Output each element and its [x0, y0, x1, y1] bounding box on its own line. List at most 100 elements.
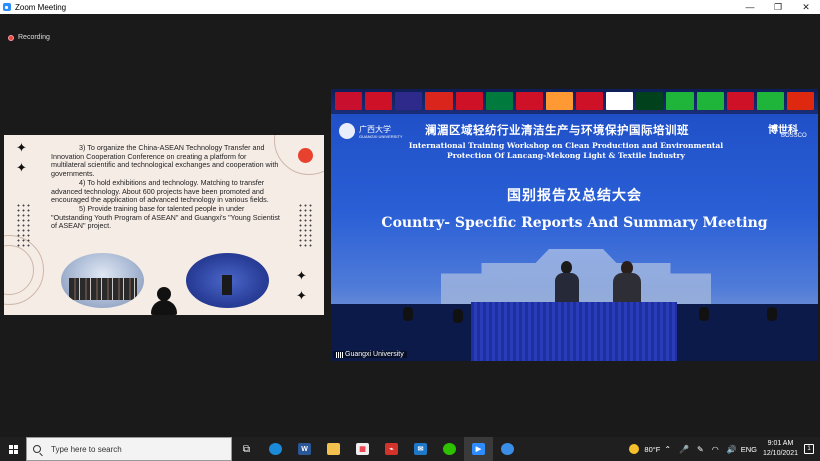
flag [455, 92, 483, 110]
weather-icon[interactable] [629, 444, 640, 454]
zoom-app-icon [3, 3, 11, 11]
maximize-button[interactable]: ❐ [764, 0, 792, 14]
acrobat-button[interactable]: ⌁ [377, 437, 406, 461]
flag [756, 92, 784, 110]
microphone-icon [453, 309, 463, 323]
system-tray: 80°F ⌃ 🎤 ✎ ◠ 🔊 ENG 9:01 AM 12/10/2021 1 [629, 437, 820, 461]
flag [606, 92, 634, 110]
university-logo-sub: GUANGXI UNIVERSITY [359, 134, 403, 139]
notification-icon[interactable]: 1 [804, 444, 814, 454]
microphone-icon [403, 307, 413, 321]
participant-video[interactable]: 广西大学 GUANGXI UNIVERSITY 澜湄区域轻纺行业清洁生产与环境保… [331, 89, 818, 361]
slide-paragraph: 4) To hold exhibitions and technology. M… [51, 177, 269, 205]
sparkle-icon: ✦ [296, 268, 307, 283]
task-view-icon: ⧉ [242, 443, 251, 455]
podium-photo [186, 253, 269, 308]
app-icon [501, 443, 514, 455]
recording-indicator[interactable]: Recording [8, 34, 50, 41]
participant-name-tag: Guangxi University [333, 351, 407, 358]
slide-paragraph: 5) Provide training base for talented pe… [51, 203, 280, 231]
edge-icon [269, 443, 282, 455]
flag [576, 92, 604, 110]
group-photo [61, 253, 144, 308]
wechat-icon [443, 443, 456, 455]
folder-icon [327, 443, 340, 455]
title-bar: Zoom Meeting — ❐ ✕ [0, 0, 820, 14]
clock-date: 12/10/2021 [762, 450, 798, 457]
zoom-button[interactable]: ▶ [464, 437, 493, 461]
volume-icon[interactable]: 🔊 [727, 445, 737, 454]
banner-title-en-line1: International Training Workshop on Clean… [408, 141, 724, 150]
mail-icon: ✉ [414, 443, 427, 455]
sparkle-icon: ✦ [296, 288, 307, 303]
close-button[interactable]: ✕ [792, 0, 820, 14]
university-seal-icon [339, 123, 355, 139]
zoom-icon: ▶ [472, 443, 485, 455]
dot-grid-decoration [16, 203, 30, 247]
flag [786, 92, 814, 110]
chevron-up-icon[interactable]: ⌃ [664, 445, 671, 454]
flag [666, 92, 694, 110]
clock-time: 9:01 AM [767, 440, 794, 447]
wifi-icon[interactable]: ◠ [712, 445, 719, 454]
search-placeholder: Type here to search [51, 444, 122, 454]
meeting-title-zh: 国别报告及总结大会 [507, 187, 642, 203]
shared-screen[interactable]: ✦ ✦ ✦ ✦ 3) To organize the China-ASEAN T… [4, 135, 324, 315]
windows-logo-icon [8, 444, 18, 454]
sparkle-icon: ✦ [16, 140, 27, 155]
taskbar-search[interactable]: Type here to search [26, 437, 232, 461]
word-button[interactable]: W [290, 437, 319, 461]
store-button[interactable]: ▦ [348, 437, 377, 461]
window-title: Zoom Meeting [15, 2, 67, 12]
edge-button[interactable] [261, 437, 290, 461]
banner-title-zh: 澜湄区域轻纺行业清洁生产与环境保护国际培训班 [425, 125, 689, 137]
flag [636, 92, 664, 110]
task-view-button[interactable]: ⧉ [232, 437, 261, 461]
flag [365, 92, 393, 110]
slide-paragraph: 3) To organize the China-ASEAN Technolog… [51, 143, 279, 179]
recording-icon [8, 34, 14, 41]
acrobat-icon: ⌁ [385, 443, 398, 455]
flag [515, 92, 543, 110]
microphone-tray-icon[interactable]: 🎤 [679, 445, 689, 454]
sparkle-icon: ✦ [16, 160, 27, 175]
word-icon: W [298, 443, 311, 455]
banner-title-en: International Training Workshop on Clean… [351, 141, 781, 161]
file-explorer-button[interactable] [319, 437, 348, 461]
sponsor-logo-sub: BOSSCO [781, 133, 807, 139]
speaker-person [613, 261, 641, 303]
signal-strength-icon [336, 351, 343, 358]
language-indicator[interactable]: ENG [741, 445, 757, 454]
dot-grid-decoration [298, 203, 312, 247]
pen-icon[interactable]: ✎ [697, 445, 704, 454]
person-icon [149, 287, 179, 315]
flag [696, 92, 724, 110]
minimize-button[interactable]: — [736, 0, 764, 14]
conference-table [471, 302, 677, 361]
speaker-person [555, 261, 579, 303]
weather-temp[interactable]: 80°F [644, 445, 660, 454]
flag [545, 92, 573, 110]
clock[interactable]: 9:01 AM 12/10/2021 [763, 439, 798, 459]
red-circle-decoration [298, 148, 313, 163]
app-button[interactable] [493, 437, 522, 461]
participant-name: Guangxi University [345, 351, 404, 358]
meeting-title-en: Country- Specific Reports And Summary Me… [381, 215, 768, 231]
flag [485, 92, 513, 110]
microphone-icon [699, 307, 709, 321]
mail-button[interactable]: ✉ [406, 437, 435, 461]
flag [395, 92, 423, 110]
windows-taskbar: Type here to search ⧉ W ▦ ⌁ ✉ ▶ 80°F ⌃ 🎤… [0, 437, 820, 461]
slide-text: 3) To organize the China-ASEAN Technolog… [51, 143, 283, 231]
flag [726, 92, 754, 110]
store-icon: ▦ [356, 443, 369, 455]
flag [425, 92, 453, 110]
flag [335, 92, 363, 110]
banner-title-en-line2: Protection Of Lancang-Mekong Light & Tex… [447, 151, 685, 160]
wechat-button[interactable] [435, 437, 464, 461]
microphone-icon [767, 307, 777, 321]
search-icon [33, 445, 41, 453]
recording-label: Recording [18, 34, 50, 41]
flag-row [331, 89, 818, 114]
start-button[interactable] [0, 437, 26, 461]
